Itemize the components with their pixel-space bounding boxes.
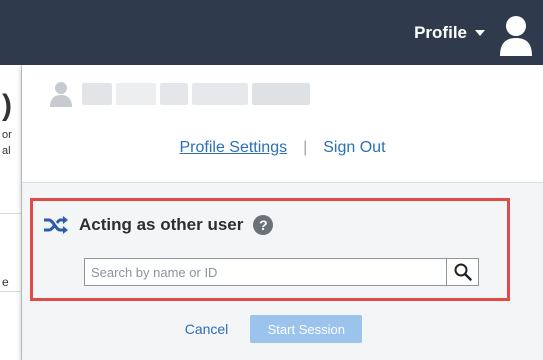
- profile-settings-link[interactable]: Profile Settings: [179, 139, 287, 157]
- redacted-block: [192, 83, 248, 105]
- profile-section: Profile Settings | Sign Out: [22, 65, 543, 183]
- shuffle-icon: [44, 216, 68, 234]
- user-search-box: [84, 258, 479, 286]
- profile-dropdown-panel: Profile Settings | Sign Out Acting as ot…: [22, 65, 543, 360]
- user-avatar-icon: [50, 82, 72, 107]
- background-glyph: e: [2, 275, 9, 289]
- acting-as-title: Acting as other user: [79, 215, 244, 234]
- search-button[interactable]: [446, 259, 478, 285]
- redacted-block: [82, 83, 112, 105]
- user-search-input[interactable]: [85, 259, 446, 285]
- redacted-block: [252, 83, 310, 105]
- profile-links: Profile Settings | Sign Out: [22, 139, 543, 157]
- search-icon: [454, 263, 472, 281]
- background-glyph: al: [2, 145, 11, 157]
- top-bar: Profile: [0, 0, 543, 65]
- session-actions: Cancel Start Session: [22, 315, 543, 343]
- sign-out-link[interactable]: Sign Out: [323, 139, 385, 157]
- user-name-redacted: [82, 83, 314, 105]
- divider: [0, 291, 22, 292]
- background-glyph: ): [2, 89, 12, 122]
- profile-label[interactable]: Profile: [414, 23, 467, 43]
- redacted-block: [116, 83, 156, 105]
- help-icon[interactable]: ?: [253, 215, 274, 235]
- start-session-button[interactable]: Start Session: [250, 315, 363, 343]
- acting-as-header: Acting as other user ?: [43, 215, 274, 235]
- profile-menu-toggle[interactable]: Profile: [414, 0, 543, 65]
- user-avatar-icon[interactable]: [499, 14, 533, 56]
- background-page-edge: ) or al e: [0, 65, 22, 360]
- redacted-block: [160, 83, 188, 105]
- cancel-button[interactable]: Cancel: [185, 321, 229, 337]
- current-user-row: [50, 81, 314, 107]
- background-glyph: or: [2, 129, 12, 141]
- link-separator: |: [303, 139, 308, 156]
- divider: [0, 213, 22, 214]
- acting-as-highlight-box: Acting as other user ?: [30, 198, 510, 301]
- caret-down-icon[interactable]: [475, 29, 485, 36]
